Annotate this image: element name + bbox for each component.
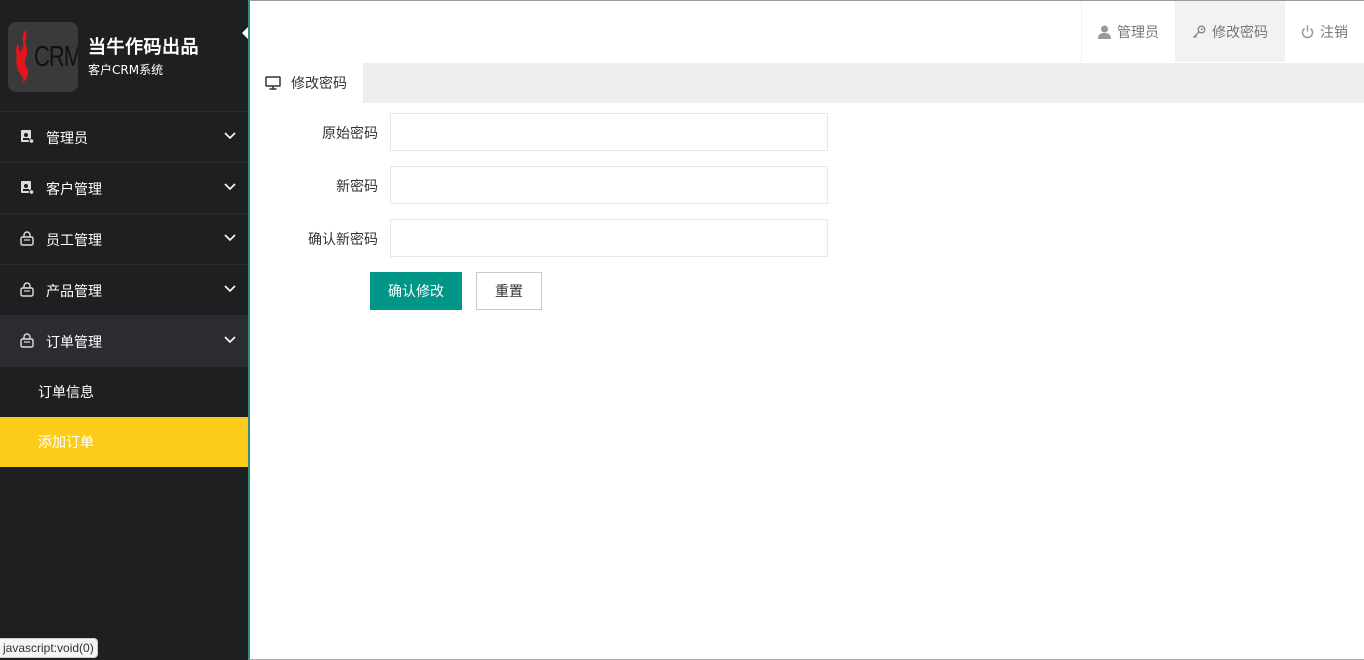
old-password-row: 原始密码 xyxy=(250,113,850,151)
new-password-label: 新密码 xyxy=(336,179,378,195)
chevron-down-icon xyxy=(224,183,236,191)
status-bar-url: javascript:void(0) xyxy=(0,638,98,658)
sidebar-item-label: 订单管理 xyxy=(46,335,102,351)
chevron-down-icon xyxy=(224,336,236,344)
confirm-change-button[interactable]: 确认修改 xyxy=(370,272,462,310)
brand-header: CRM 当牛作码出品 客户CRM系统 xyxy=(0,0,249,112)
sidebar-item-products[interactable]: 产品管理 xyxy=(0,265,248,316)
new-password-row: 新密码 xyxy=(250,166,850,204)
basket-icon xyxy=(20,231,34,246)
logo: CRM xyxy=(8,22,78,92)
admin-link-label: 管理员 xyxy=(1117,24,1159,41)
sidebar-item-label: 客户管理 xyxy=(46,182,102,198)
chevron-down-icon xyxy=(224,234,236,242)
old-password-input[interactable] xyxy=(390,113,828,151)
reset-button[interactable]: 重置 xyxy=(476,272,542,310)
logo-text: CRM xyxy=(34,40,78,73)
confirm-password-input[interactable] xyxy=(390,219,828,257)
brand-subtitle: 客户CRM系统 xyxy=(88,63,164,77)
sidebar-item-customers[interactable]: 客户管理 xyxy=(0,163,248,214)
logout-link[interactable]: 注销 xyxy=(1284,1,1364,62)
top-nav: 管理员 修改密码 注销 xyxy=(1081,1,1364,62)
basket-icon xyxy=(20,282,34,297)
chevron-down-icon xyxy=(224,132,236,140)
logout-link-label: 注销 xyxy=(1320,24,1348,41)
sidebar-subitem-add-order[interactable]: 添加订单 xyxy=(0,417,248,467)
chevron-down-icon xyxy=(224,285,236,293)
brand-title: 当牛作码出品 xyxy=(88,37,199,58)
change-password-link[interactable]: 修改密码 xyxy=(1175,1,1284,62)
sidebar-item-employees[interactable]: 员工管理 xyxy=(0,214,248,265)
topbar: 管理员 修改密码 注销 xyxy=(250,1,1364,63)
sidebar-item-label: 管理员 xyxy=(46,131,88,147)
change-password-link-label: 修改密码 xyxy=(1212,24,1268,41)
confirm-password-label: 确认新密码 xyxy=(308,232,378,248)
sidebar: CRM 当牛作码出品 客户CRM系统 管理员 客户管理 员工管理 产品管理 订单… xyxy=(0,0,249,660)
main-content: 管理员 修改密码 注销 修改密码 原始密码 新密码 确认新密码 确认修改 重置 xyxy=(248,0,1364,660)
sidebar-item-admin[interactable]: 管理员 xyxy=(0,112,248,163)
power-icon xyxy=(1301,25,1314,38)
old-password-label: 原始密码 xyxy=(322,126,378,142)
tab-change-password[interactable]: 修改密码 xyxy=(250,63,363,103)
key-icon xyxy=(1192,25,1206,38)
new-password-input[interactable] xyxy=(390,166,828,204)
sidebar-item-label: 员工管理 xyxy=(46,233,102,249)
id-card-icon xyxy=(21,130,34,144)
admin-link[interactable]: 管理员 xyxy=(1081,1,1175,62)
user-icon xyxy=(1098,25,1111,39)
id-card-icon xyxy=(21,181,34,195)
tab-label: 修改密码 xyxy=(291,76,347,92)
sidebar-item-label: 产品管理 xyxy=(46,284,102,300)
sidebar-subitem-order-info[interactable]: 订单信息 xyxy=(0,367,248,417)
sidebar-item-orders[interactable]: 订单管理 xyxy=(0,316,248,367)
tab-bar: 修改密码 xyxy=(250,63,1364,103)
flame-icon xyxy=(16,30,29,84)
monitor-icon xyxy=(265,76,281,90)
confirm-password-row: 确认新密码 xyxy=(250,219,850,257)
basket-icon xyxy=(20,333,34,348)
